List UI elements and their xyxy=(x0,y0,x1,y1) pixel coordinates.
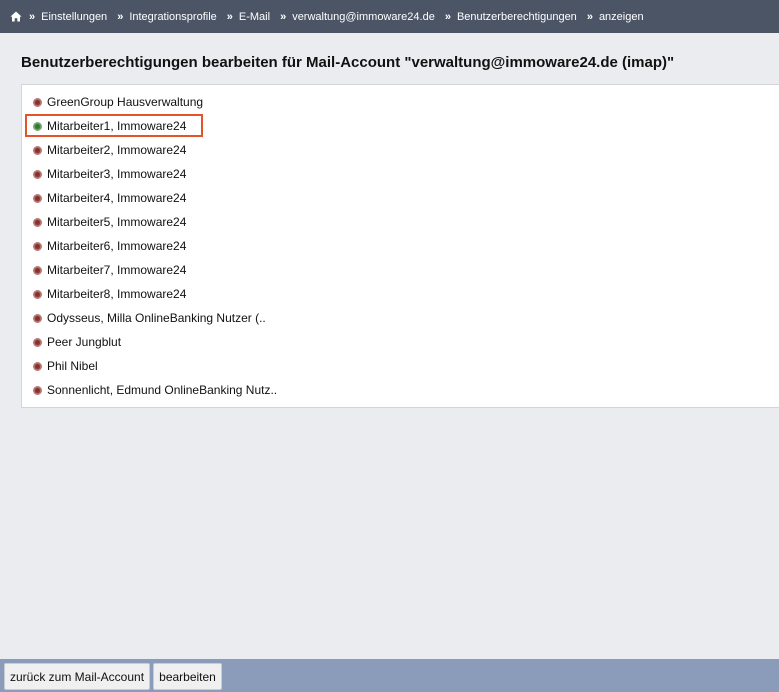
breadcrumb-label: anzeigen xyxy=(598,10,644,23)
user-item[interactable]: Mitarbeiter3, Immoware24 xyxy=(22,162,277,186)
user-name: Mitarbeiter6, Immoware24 xyxy=(47,239,187,253)
user-item[interactable]: Odysseus, Milla OnlineBanking Nutzer (.. xyxy=(22,306,277,330)
breadcrumb-separator: » xyxy=(444,10,451,23)
user-item[interactable]: Mitarbeiter5, Immoware24 xyxy=(22,210,277,234)
breadcrumb-label: Benutzerberechtigungen xyxy=(456,10,577,23)
user-name: Mitarbeiter7, Immoware24 xyxy=(47,263,187,277)
status-dot-icon xyxy=(33,169,42,179)
breadcrumb-separator: » xyxy=(117,10,124,23)
user-name: Phil Nibel xyxy=(47,359,98,373)
user-item[interactable]: Mitarbeiter7, Immoware24 xyxy=(22,258,277,282)
user-name: Mitarbeiter5, Immoware24 xyxy=(47,215,187,229)
user-list: GreenGroup Hausverwaltung Mitarbeiter1, … xyxy=(22,90,277,402)
status-dot-icon xyxy=(33,121,42,131)
breadcrumb-item-benutzerberechtigungen[interactable]: » Benutzerberechtigungen xyxy=(445,11,587,23)
status-dot-icon xyxy=(33,265,42,275)
breadcrumb-item-anzeigen[interactable]: » anzeigen xyxy=(587,11,654,23)
status-dot-icon xyxy=(33,385,42,395)
breadcrumb-label: verwaltung@immoware24.de xyxy=(292,10,435,23)
user-name: GreenGroup Hausverwaltung xyxy=(47,95,204,109)
status-dot-icon xyxy=(33,241,42,251)
breadcrumb-label: Integrationsprofile xyxy=(129,10,217,23)
breadcrumb-item-email[interactable]: » E-Mail xyxy=(227,11,280,23)
status-dot-icon xyxy=(33,313,42,323)
breadcrumb-item-mail-account[interactable]: » verwaltung@immoware24.de xyxy=(280,11,445,23)
user-item[interactable]: Mitarbeiter4, Immoware24 xyxy=(22,186,277,210)
status-dot-icon xyxy=(33,193,42,203)
user-name: Odysseus, Milla OnlineBanking Nutzer (.. xyxy=(47,311,266,325)
breadcrumb-separator: » xyxy=(29,10,36,23)
footer-toolbar: zurück zum Mail-Account bearbeiten xyxy=(0,659,779,692)
user-permission-panel: GreenGroup Hausverwaltung Mitarbeiter1, … xyxy=(21,84,779,408)
breadcrumb: » Einstellungen » Integrationsprofile » … xyxy=(0,0,779,33)
home-icon[interactable] xyxy=(10,11,22,22)
user-name: Mitarbeiter4, Immoware24 xyxy=(47,191,187,205)
user-item[interactable]: Mitarbeiter1, Immoware24 xyxy=(22,114,277,138)
breadcrumb-label: E-Mail xyxy=(238,10,271,23)
user-item[interactable]: Sonnenlicht, Edmund OnlineBanking Nutz.. xyxy=(22,378,277,402)
breadcrumb-separator: » xyxy=(226,10,233,23)
user-name: Peer Jungblut xyxy=(47,335,122,349)
status-dot-icon xyxy=(33,361,42,371)
user-name: Sonnenlicht, Edmund OnlineBanking Nutz.. xyxy=(47,383,278,397)
status-dot-icon xyxy=(33,97,42,107)
breadcrumb-item-integrationsprofile[interactable]: » Integrationsprofile xyxy=(117,11,227,23)
status-dot-icon xyxy=(33,217,42,227)
breadcrumb-label: Einstellungen xyxy=(41,10,108,23)
status-dot-icon xyxy=(33,145,42,155)
user-item[interactable]: Peer Jungblut xyxy=(22,330,277,354)
status-dot-icon xyxy=(33,289,42,299)
user-item[interactable]: Phil Nibel xyxy=(22,354,277,378)
user-name: Mitarbeiter2, Immoware24 xyxy=(47,143,187,157)
user-name: Mitarbeiter1, Immoware24 xyxy=(47,119,187,133)
breadcrumb-separator: » xyxy=(280,10,287,23)
user-name: Mitarbeiter3, Immoware24 xyxy=(47,167,187,181)
breadcrumb-item-einstellungen[interactable]: » Einstellungen xyxy=(29,11,117,23)
user-item[interactable]: Mitarbeiter8, Immoware24 xyxy=(22,282,277,306)
back-to-mail-account-button[interactable]: zurück zum Mail-Account xyxy=(4,663,150,690)
user-item[interactable]: GreenGroup Hausverwaltung xyxy=(22,90,277,114)
edit-button[interactable]: bearbeiten xyxy=(153,663,222,690)
user-name: Mitarbeiter8, Immoware24 xyxy=(47,287,187,301)
page: » Einstellungen » Integrationsprofile » … xyxy=(0,0,779,692)
status-dot-icon xyxy=(33,337,42,347)
breadcrumb-separator: » xyxy=(586,10,593,23)
user-item[interactable]: Mitarbeiter2, Immoware24 xyxy=(22,138,277,162)
page-title: Benutzerberechtigungen bearbeiten für Ma… xyxy=(21,54,675,71)
user-item[interactable]: Mitarbeiter6, Immoware24 xyxy=(22,234,277,258)
